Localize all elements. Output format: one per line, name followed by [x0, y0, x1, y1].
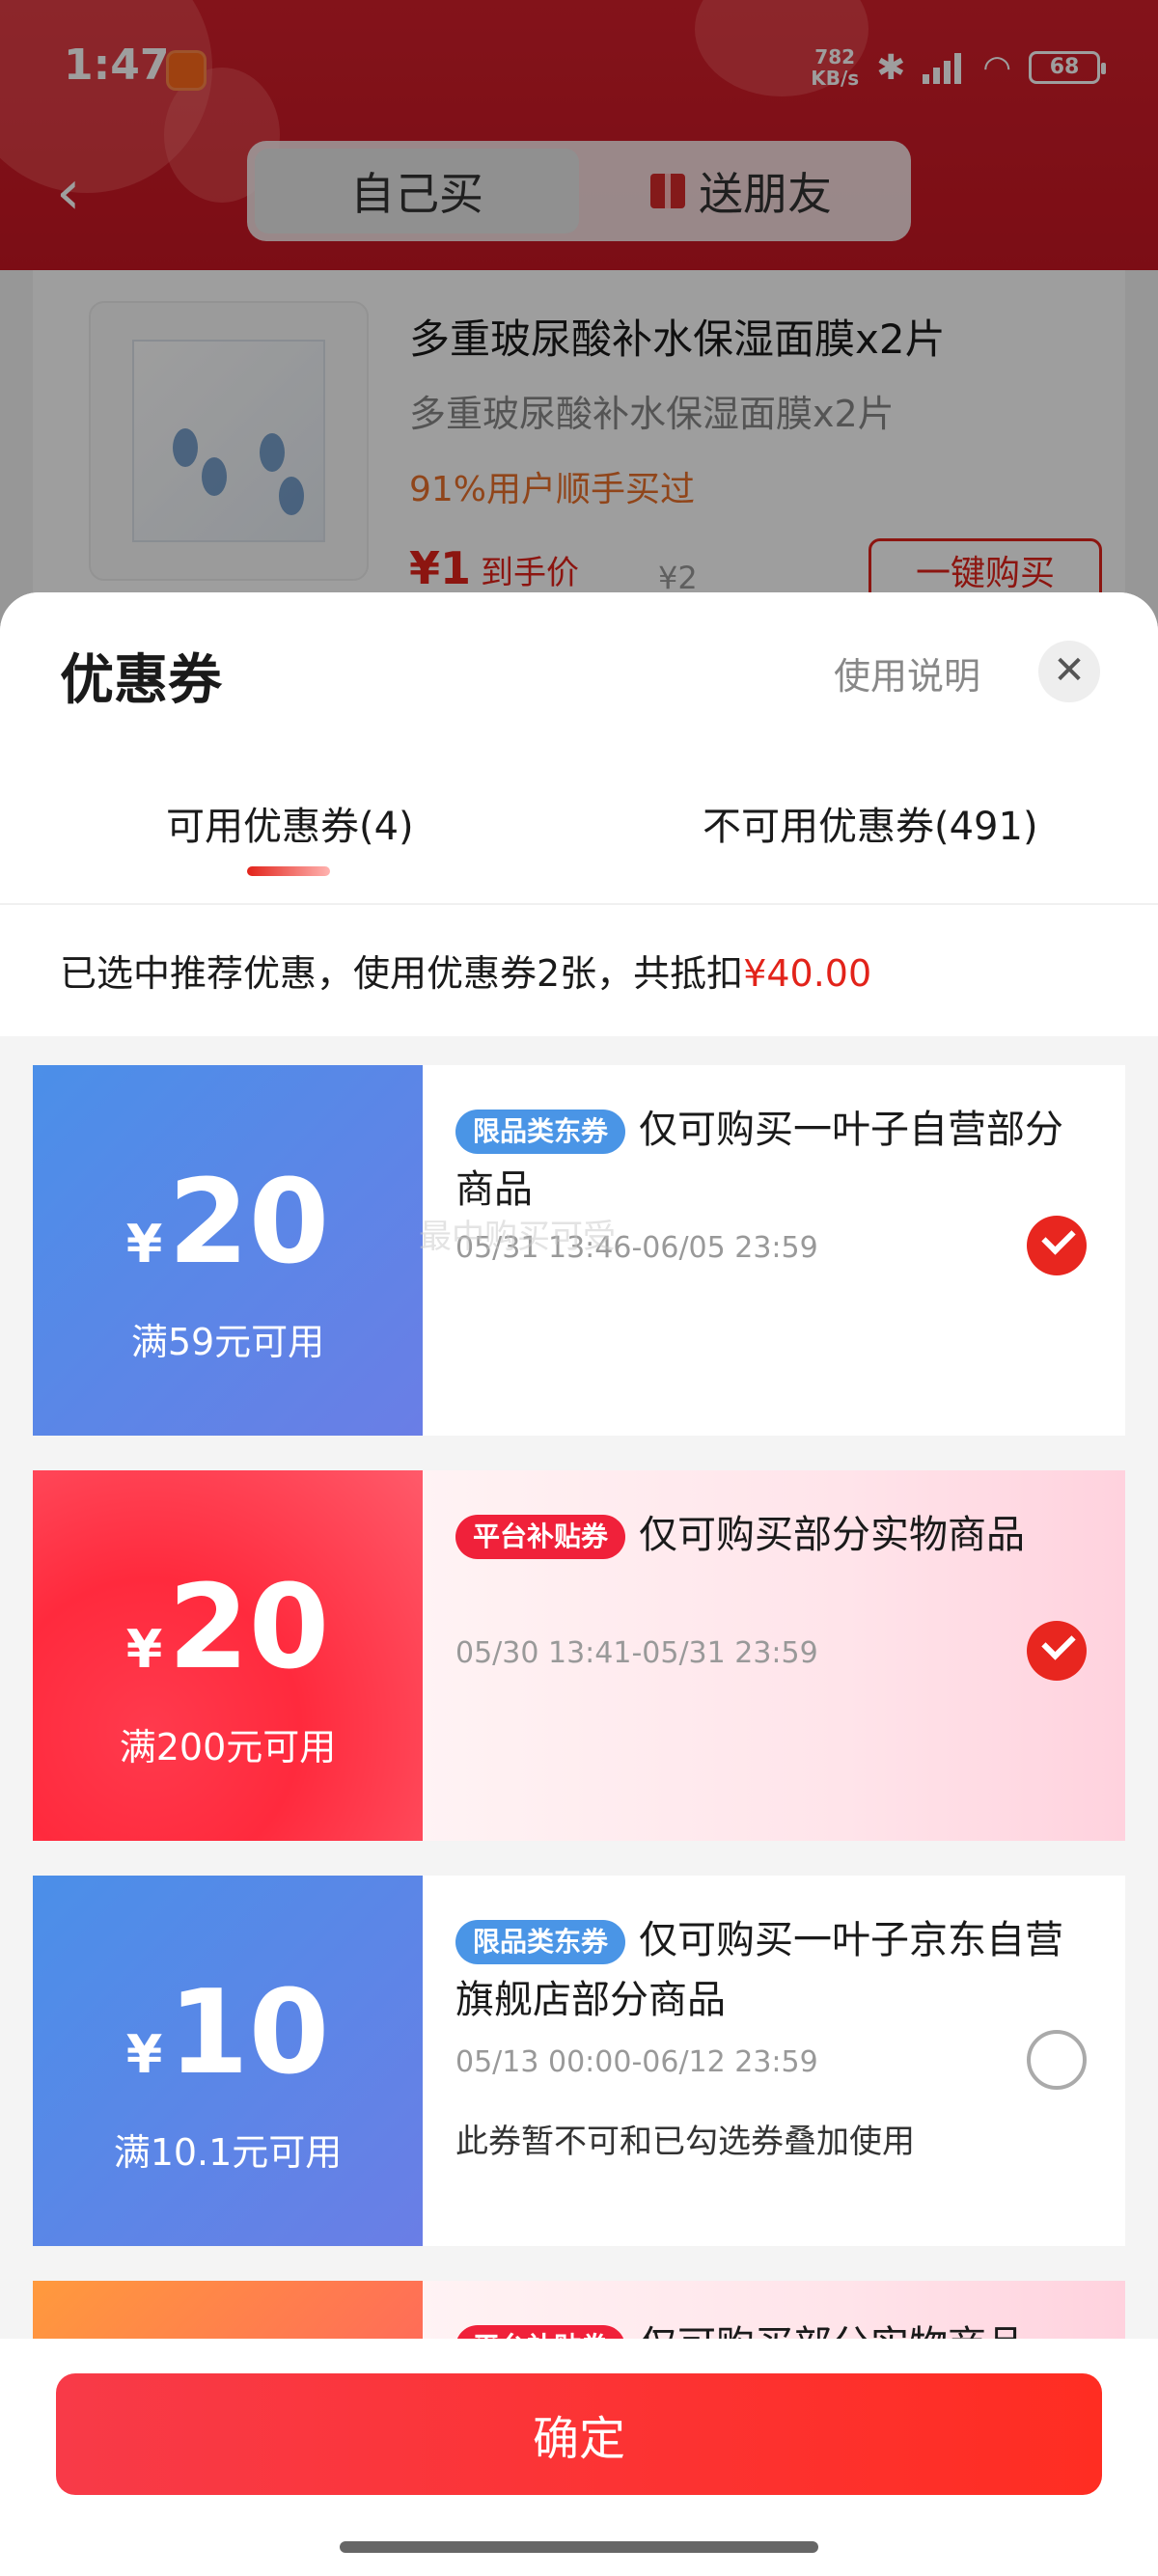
active-tab-indicator — [247, 866, 330, 876]
coupon-sheet: 优惠券 使用说明 ✕ 可用优惠券(4) 不可用优惠券(491) 已选中推荐优惠，… — [0, 592, 1158, 2576]
coupon-details: 平台补贴券 仅可购买部分实物商品 05/30 13:41-05/31 23:59 — [423, 1470, 1125, 1841]
home-indicator[interactable] — [340, 2541, 818, 2553]
coupon-condition: 满200元可用 — [119, 1726, 337, 1768]
tab-unavailable-coupons[interactable]: 不可用优惠券(491) — [703, 795, 1038, 851]
coupon-validity: 05/13 00:00-06/12 23:59 — [455, 2045, 818, 2079]
coupon-amount: ¥20 — [33, 1571, 423, 1708]
coupon-checkbox-checked[interactable] — [1027, 1621, 1087, 1681]
coupon-condition: 满10.1元可用 — [113, 2131, 343, 2174]
coupon-tag: 限品类东券 — [455, 1110, 626, 1154]
coupon-desc-text: 仅可购买部分实物商品 — [639, 1513, 1026, 1557]
coupon-amount: ¥10 — [33, 1976, 423, 2113]
confirm-button[interactable]: 确定 — [56, 2373, 1102, 2495]
currency-symbol: ¥ — [125, 2024, 163, 2085]
tab-available-coupons[interactable]: 可用优惠券(4) — [166, 795, 414, 851]
coupon-amount-panel: ¥20 满200元可用 — [33, 1470, 423, 1841]
amount-value: 20 — [168, 1156, 330, 1290]
usage-instructions-link[interactable]: 使用说明 — [834, 646, 980, 699]
selection-notice: 已选中推荐优惠，使用优惠券2张，共抵扣¥40.00 — [60, 944, 871, 997]
coupon-amount-panel: ¥20 满59元可用 — [33, 1065, 423, 1436]
coupon-amount: ¥20 — [33, 1165, 423, 1302]
divider — [0, 903, 1158, 905]
currency-symbol: ¥ — [125, 1619, 163, 1680]
currency-symbol: ¥ — [125, 1214, 163, 1274]
coupon-details: 限品类东券 仅可购买一叶子京东自营旗舰店部分商品 05/13 00:00-06/1… — [423, 1876, 1125, 2246]
close-button[interactable]: ✕ — [1038, 641, 1100, 702]
coupon-card[interactable]: ¥20 满200元可用 平台补贴券 仅可购买部分实物商品 05/30 13:41-… — [33, 1470, 1125, 1841]
sheet-title: 优惠券 — [60, 649, 222, 712]
coupon-card[interactable]: ¥10 满10.1元可用 限品类东券 仅可购买一叶子京东自营旗舰店部分商品 05/… — [33, 1876, 1125, 2246]
coupon-amount-panel: ¥10 满10.1元可用 — [33, 1876, 423, 2246]
coupon-checkbox-checked[interactable] — [1027, 1216, 1087, 1275]
coupon-tag: 平台补贴券 — [455, 1515, 626, 1559]
sheet-footer: 确定 — [0, 2339, 1158, 2576]
notice-amount: ¥40.00 — [743, 952, 872, 995]
watermark-text: 最中购买可受 — [419, 1218, 616, 1256]
notice-text: 已选中推荐优惠，使用优惠券2张，共抵扣 — [60, 952, 744, 995]
coupon-checkbox-unchecked[interactable] — [1027, 2030, 1087, 2090]
coupon-tag: 限品类东券 — [455, 1920, 626, 1964]
amount-value: 10 — [168, 1966, 330, 2100]
amount-value: 20 — [168, 1561, 330, 1695]
coupon-description: 限品类东券 仅可购买一叶子自营部分商品 — [455, 1100, 1073, 1219]
coupon-note: 此券暂不可和已勾选券叠加使用 — [455, 2123, 915, 2161]
coupon-validity: 05/30 13:41-05/31 23:59 — [455, 1636, 818, 1670]
close-icon: ✕ — [1053, 648, 1086, 693]
coupon-description: 平台补贴券仅可购买部分实物商品 — [455, 1505, 1073, 1565]
sheet-header: 优惠券 使用说明 ✕ 可用优惠券(4) 不可用优惠券(491) 已选中推荐优惠，… — [0, 592, 1158, 1036]
coupon-condition: 满59元可用 — [130, 1321, 325, 1363]
coupon-description: 限品类东券 仅可购买一叶子京东自营旗舰店部分商品 — [455, 1910, 1073, 2030]
